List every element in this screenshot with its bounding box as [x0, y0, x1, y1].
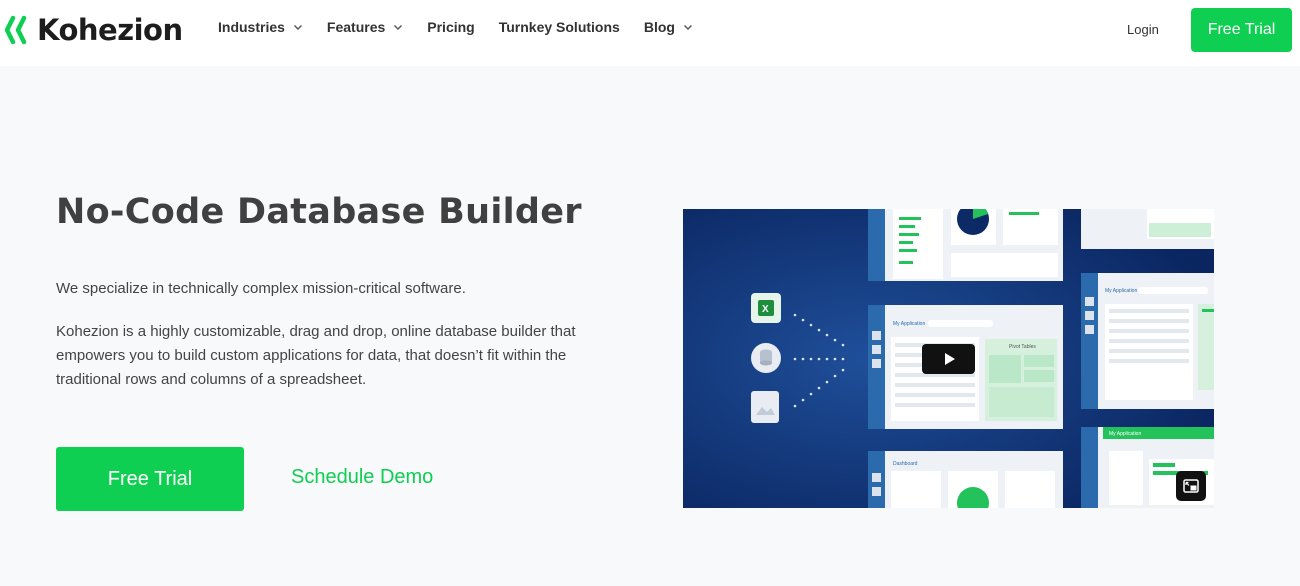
screen-label: Pivot Tables	[1009, 344, 1036, 350]
hero-tagline: We specialize in technically complex mis…	[56, 280, 466, 297]
nav-item-label: Industries	[218, 19, 285, 35]
play-button[interactable]	[922, 344, 975, 374]
chevron-down-icon	[293, 25, 302, 30]
header-free-trial-button[interactable]: Free Trial	[1191, 8, 1292, 52]
screen-label: My Application	[1109, 431, 1141, 437]
nav-item-label: Blog	[643, 19, 675, 35]
screen-label: Dashboard	[893, 461, 918, 467]
chevron-down-icon	[394, 25, 403, 30]
logo-text: Kohezion	[37, 13, 183, 47]
nav-item-label: Turnkey Solutions	[498, 19, 620, 35]
product-video[interactable]: My Application Pivot Tables My Applicati…	[683, 209, 1214, 508]
app-screen: My Application	[1081, 273, 1214, 409]
nav-item-pricing[interactable]: Pricing	[427, 19, 474, 35]
screen-label: My Application	[1105, 288, 1137, 294]
nav-item-turnkey-solutions[interactable]: Turnkey Solutions	[499, 19, 620, 35]
picture-in-picture-button[interactable]	[1176, 471, 1206, 501]
app-screen	[868, 209, 1063, 281]
logo-mark-icon	[5, 15, 27, 45]
main-nav: Industries Features Pricing Turnkey Solu…	[218, 19, 717, 35]
svg-text:X: X	[762, 304, 769, 315]
nav-item-label: Features	[326, 19, 386, 35]
chevron-down-icon	[683, 25, 692, 30]
free-trial-button[interactable]: Free Trial	[56, 447, 244, 511]
excel-file-icon: X	[751, 293, 781, 323]
image-file-icon	[751, 391, 779, 423]
database-icon	[751, 343, 781, 373]
hero-description: Kohezion is a highly customizable, drag …	[56, 323, 576, 388]
nav-item-blog[interactable]: Blog	[644, 19, 693, 35]
nav-item-features[interactable]: Features	[327, 19, 403, 35]
app-screen	[1081, 209, 1214, 249]
play-icon	[944, 353, 955, 365]
nav-item-industries[interactable]: Industries	[218, 19, 303, 35]
picture-in-picture-icon	[1183, 479, 1199, 493]
kohezion-logo[interactable]: Kohezion	[5, 12, 183, 48]
schedule-demo-link[interactable]: Schedule Demo	[291, 466, 433, 489]
app-screen: Dashboard	[868, 451, 1063, 508]
screen-label: My Application	[893, 321, 925, 327]
page-title: No-Code Database Builder	[56, 192, 582, 232]
login-link[interactable]: Login	[1127, 22, 1159, 37]
nav-item-label: Pricing	[427, 19, 475, 35]
site-header: Kohezion Industries Features Pricing Tur…	[0, 0, 1300, 66]
